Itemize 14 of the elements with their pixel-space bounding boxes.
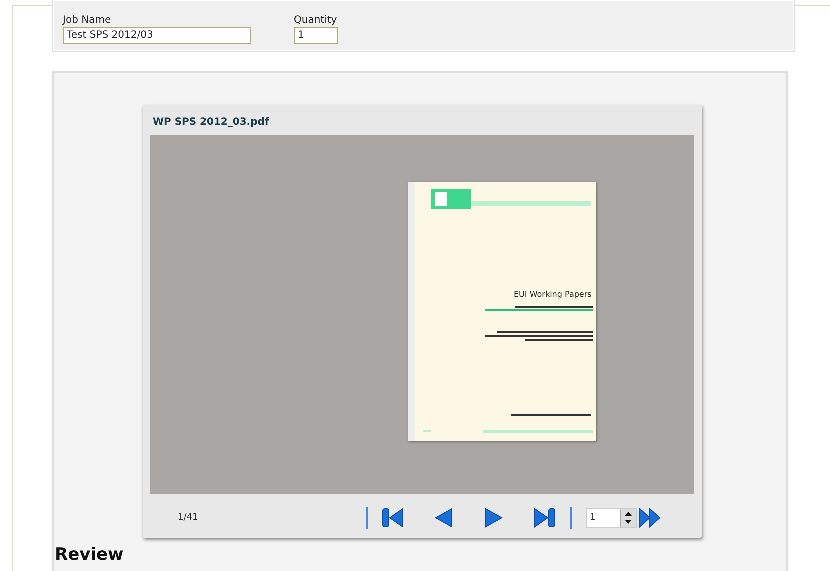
field-label: Quantity [294, 15, 338, 27]
next-page-icon[interactable] [484, 507, 504, 529]
previous-page-icon[interactable] [434, 507, 454, 529]
field-label: Job Name [63, 15, 112, 27]
input-field[interactable]: 1 [294, 27, 338, 44]
page-number-field[interactable]: 1 [586, 508, 637, 528]
input-field[interactable]: Test SPS 2012/03 [63, 27, 251, 44]
first-page-icon[interactable] [382, 507, 404, 529]
document-title: WP SPS 2012_03.pdf [152, 116, 270, 130]
go-icon[interactable] [639, 507, 661, 529]
document-heading: EUI Working Papers [514, 290, 592, 299]
last-page-icon[interactable] [534, 507, 556, 529]
page-counter: 1/41 [178, 513, 200, 523]
section-heading: Review [55, 545, 124, 565]
